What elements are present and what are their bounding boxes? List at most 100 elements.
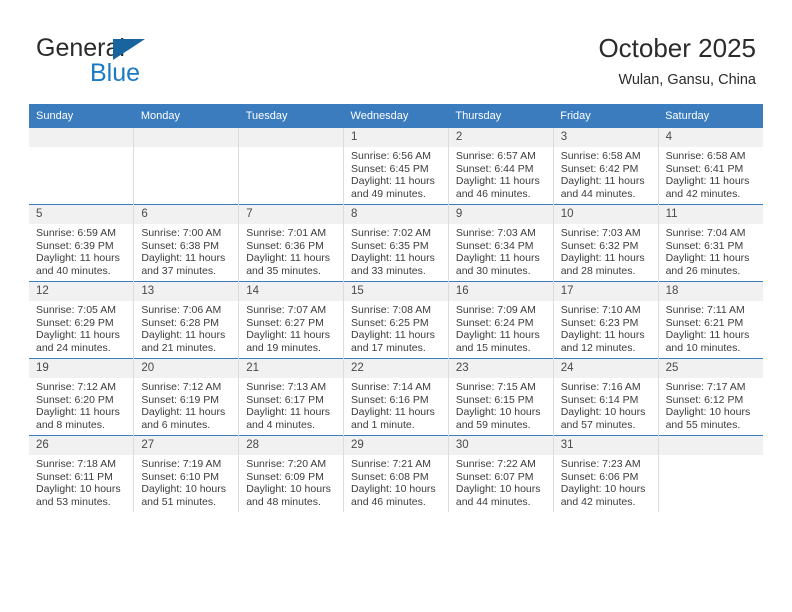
title-block: October 2025 Wulan, Gansu, China [598,32,756,90]
day-number: 23 [448,359,553,378]
day-number: 16 [448,282,553,301]
sunrise-text: Sunrise: 7:23 AM [560,458,641,470]
calendar-cell-day-8[interactable]: 8 Sunrise: 7:02 AM Sunset: 6:35 PM Daylight… [343,204,449,282]
calendar-cell-day-2[interactable]: 2 Sunrise: 6:57 AM Sunset: 6:44 PM Daylight… [447,128,554,205]
calendar-cell-day-24[interactable]: 24 Sunrise: 7:16 AM Sunset: 6:14 PM Dayligh… [552,358,659,436]
calendar-cell-day-17[interactable]: 17 Sunrise: 7:10 AM Sunset: 6:23 PM Dayligh… [552,281,659,359]
calendar-cell-day-14[interactable]: 14 Sunrise: 7:07 AM Sunset: 6:27 PM Dayligh… [238,281,344,359]
day-details: Sunrise: 7:12 AM Sunset: 6:20 PM Daylight:… [29,378,133,431]
calendar-cell-day-16[interactable]: 16 Sunrise: 7:09 AM Sunset: 6:24 PM Dayligh… [447,281,554,359]
day-details: Sunrise: 7:06 AM Sunset: 6:28 PM Daylight:… [134,301,238,354]
weekday-header-monday: Monday [133,104,239,128]
calendar-cell-day-1[interactable]: 1 Sunrise: 6:56 AM Sunset: 6:45 PM Daylight… [343,128,449,205]
sunrise-text: Sunrise: 7:21 AM [351,458,431,470]
sunset-text: Sunset: 6:38 PM [141,239,219,252]
day-number: 13 [134,282,239,301]
calendar-cell-day-26[interactable]: 26 Sunrise: 7:18 AM Sunset: 6:11 PM Dayligh… [29,435,134,512]
sunset-text: Sunset: 6:17 PM [246,393,324,406]
calendar-cell-day-3[interactable]: 3 Sunrise: 6:58 AM Sunset: 6:42 PM Daylight… [552,128,659,205]
calendar-week-row: 19 Sunrise: 7:12 AM Sunset: 6:20 PM Dayligh… [29,358,763,436]
sunrise-text: Sunrise: 6:59 AM [36,227,116,239]
day-number: 17 [553,282,658,301]
sunset-text: Sunset: 6:29 PM [36,316,114,329]
sunset-text: Sunset: 6:08 PM [351,470,429,483]
sunrise-text: Sunrise: 7:11 AM [665,304,745,316]
calendar-cell-day-20[interactable]: 20 Sunrise: 7:12 AM Sunset: 6:19 PM Dayligh… [133,358,239,436]
calendar-cell-day-18[interactable]: 18 Sunrise: 7:11 AM Sunset: 6:21 PM Dayligh… [657,281,763,359]
sunrise-text: Sunrise: 7:08 AM [351,304,431,316]
calendar-cell-day-11[interactable]: 11 Sunrise: 7:04 AM Sunset: 6:31 PM Dayligh… [657,204,763,282]
daylight-text: Daylight: 10 hours and 59 minutes. [455,406,541,431]
sunset-text: Sunset: 6:25 PM [351,316,429,329]
daylight-text: Daylight: 11 hours and 21 minutes. [141,329,226,354]
sunrise-text: Sunrise: 7:05 AM [36,304,116,316]
day-details: Sunrise: 7:17 AM Sunset: 6:12 PM Daylight:… [659,378,763,431]
daylight-text: Daylight: 11 hours and 4 minutes. [246,406,331,431]
sunrise-text: Sunrise: 7:22 AM [455,458,536,470]
calendar-cell-day-23[interactable]: 23 Sunrise: 7:15 AM Sunset: 6:15 PM Dayligh… [447,358,554,436]
sunset-text: Sunset: 6:06 PM [560,470,639,483]
day-details: Sunrise: 6:58 AM Sunset: 6:42 PM Daylight:… [554,147,658,200]
daylight-text: Daylight: 11 hours and 17 minutes. [351,329,435,354]
calendar-cell-day-7[interactable]: 7 Sunrise: 7:01 AM Sunset: 6:36 PM Daylight… [238,204,344,282]
weekday-header-sunday: Sunday [29,104,134,128]
sunset-text: Sunset: 6:28 PM [141,316,219,329]
sunset-text: Sunset: 6:11 PM [36,470,113,483]
calendar-cell-day-5[interactable]: 5 Sunrise: 6:59 AM Sunset: 6:39 PM Daylight… [29,204,134,282]
daylight-text: Daylight: 11 hours and 44 minutes. [560,175,645,200]
sunset-text: Sunset: 6:45 PM [351,162,429,175]
sunrise-text: Sunrise: 6:58 AM [560,150,641,162]
calendar-cell-day-19[interactable]: 19 Sunrise: 7:12 AM Sunset: 6:20 PM Dayligh… [29,358,134,436]
daylight-text: Daylight: 10 hours and 53 minutes. [36,483,121,508]
calendar-cell-day-30[interactable]: 30 Sunrise: 7:22 AM Sunset: 6:07 PM Dayligh… [447,435,554,512]
daylight-text: Daylight: 11 hours and 49 minutes. [351,175,435,200]
calendar-cell-day-12[interactable]: 12 Sunrise: 7:05 AM Sunset: 6:29 PM Dayligh… [29,281,134,359]
daylight-text: Daylight: 11 hours and 30 minutes. [455,252,540,277]
calendar-cell-day-31[interactable]: 31 Sunrise: 7:23 AM Sunset: 6:06 PM Dayligh… [552,435,659,512]
sunset-text: Sunset: 6:36 PM [246,239,324,252]
day-number: 8 [344,205,448,224]
day-number: 7 [239,205,344,224]
calendar-week-row: 5 Sunrise: 6:59 AM Sunset: 6:39 PM Daylight… [29,204,763,282]
day-number [29,128,134,147]
daylight-text: Daylight: 11 hours and 42 minutes. [665,175,750,200]
sunset-text: Sunset: 6:21 PM [665,316,744,329]
day-number: 3 [553,128,658,147]
calendar-cell-day-9[interactable]: 9 Sunrise: 7:03 AM Sunset: 6:34 PM Daylight… [447,204,554,282]
sunrise-text: Sunrise: 7:04 AM [665,227,746,239]
calendar-cell-day-27[interactable]: 27 Sunrise: 7:19 AM Sunset: 6:10 PM Dayligh… [133,435,239,512]
weekday-header-saturday: Saturday [658,104,763,128]
day-number: 30 [448,436,553,455]
sunset-text: Sunset: 6:20 PM [36,393,114,406]
daylight-text: Daylight: 10 hours and 46 minutes. [351,483,436,508]
daylight-text: Daylight: 11 hours and 1 minute. [351,406,435,431]
day-details: Sunrise: 7:11 AM Sunset: 6:21 PM Daylight:… [659,301,763,354]
calendar-cell-day-29[interactable]: 29 Sunrise: 7:21 AM Sunset: 6:08 PM Dayligh… [343,435,449,512]
sunset-text: Sunset: 6:44 PM [455,162,534,175]
day-details: Sunrise: 7:05 AM Sunset: 6:29 PM Daylight:… [29,301,133,354]
calendar-cell-day-13[interactable]: 13 Sunrise: 7:06 AM Sunset: 6:28 PM Dayligh… [133,281,239,359]
weekday-header-wednesday: Wednesday [343,104,449,128]
calendar-cell-day-28[interactable]: 28 Sunrise: 7:20 AM Sunset: 6:09 PM Dayligh… [238,435,344,512]
calendar-cell-day-22[interactable]: 22 Sunrise: 7:14 AM Sunset: 6:16 PM Dayligh… [343,358,449,436]
day-details: Sunrise: 7:19 AM Sunset: 6:10 PM Daylight:… [134,455,238,508]
brand-logo[interactable]: General Blue [36,34,256,90]
calendar-cell-day-25[interactable]: 25 Sunrise: 7:17 AM Sunset: 6:12 PM Dayligh… [657,358,763,436]
sunset-text: Sunset: 6:15 PM [455,393,534,406]
day-details: Sunrise: 6:56 AM Sunset: 6:45 PM Daylight:… [344,147,448,200]
calendar-cell-day-10[interactable]: 10 Sunrise: 7:03 AM Sunset: 6:32 PM Dayligh… [552,204,659,282]
weekday-header-friday: Friday [553,104,659,128]
calendar-cell-day-6[interactable]: 6 Sunrise: 7:00 AM Sunset: 6:38 PM Daylight… [133,204,239,282]
weekday-header-thursday: Thursday [448,104,554,128]
day-details: Sunrise: 6:57 AM Sunset: 6:44 PM Daylight:… [449,147,553,200]
sunset-text: Sunset: 6:09 PM [246,470,324,483]
day-number: 29 [344,436,448,455]
calendar-cell-day-15[interactable]: 15 Sunrise: 7:08 AM Sunset: 6:25 PM Dayligh… [343,281,449,359]
day-details: Sunrise: 7:18 AM Sunset: 6:11 PM Daylight:… [29,455,133,508]
calendar-cell-day-4[interactable]: 4 Sunrise: 6:58 AM Sunset: 6:41 PM Daylight… [657,128,763,205]
daylight-text: Daylight: 11 hours and 19 minutes. [246,329,331,354]
sunrise-text: Sunrise: 6:58 AM [665,150,746,162]
day-details: Sunrise: 7:10 AM Sunset: 6:23 PM Daylight:… [554,301,658,354]
day-number [658,436,763,455]
calendar-cell-day-21[interactable]: 21 Sunrise: 7:13 AM Sunset: 6:17 PM Dayligh… [238,358,344,436]
